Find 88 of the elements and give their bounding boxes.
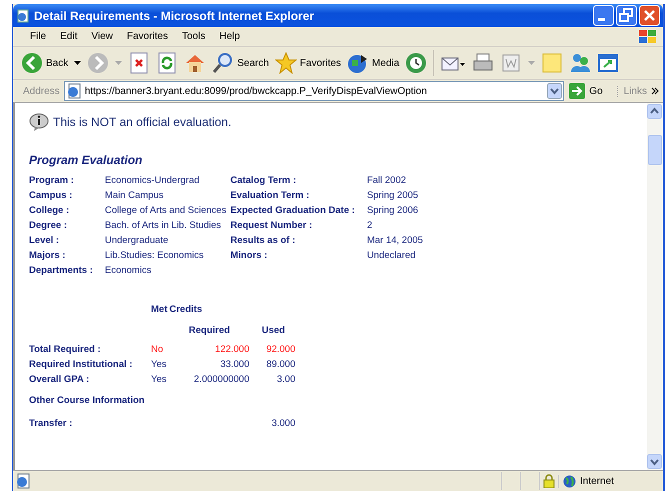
dropdown-caret-icon[interactable] — [74, 61, 82, 65]
menu-item[interactable]: View — [84, 31, 120, 42]
home-icon[interactable] — [184, 52, 206, 74]
table-cell-text: 33.000 — [219, 359, 250, 370]
row-label: Overall GPA : — [29, 374, 90, 385]
field-value: Economics-Undergrad — [104, 175, 200, 186]
menu-item[interactable]: Help — [212, 31, 247, 42]
chevron-icon[interactable] — [651, 87, 659, 95]
field-label: Evaluation Term : — [230, 190, 310, 201]
menu-item[interactable]: Tools — [174, 31, 212, 42]
field-value: Undergraduate — [104, 235, 170, 246]
field-value: Spring 2006 — [366, 205, 420, 216]
field-label: Campus : — [29, 190, 74, 201]
globe-icon — [563, 474, 576, 488]
table-cell: Yes — [151, 374, 168, 385]
menu-item[interactable]: Favorites — [120, 31, 175, 42]
notice-text: This is NOT an official evaluation. — [53, 115, 232, 129]
page-icon — [66, 83, 82, 99]
field-label: Catalog Term : — [230, 175, 298, 186]
scroll-up-icon[interactable] — [647, 104, 662, 119]
row-label: Transfer : — [29, 418, 74, 429]
flag-logo-icon — [637, 28, 659, 46]
zone-label: Internet — [580, 476, 614, 486]
scroll-thumb[interactable] — [648, 135, 662, 165]
field-value: Economics — [104, 265, 152, 276]
address-field[interactable]: https://banner3.bryant.edu:8099/prod/bwckcapp.P_VerifyDispEvalViewOption — [64, 81, 564, 101]
row-label: Required Institutional : — [29, 359, 134, 370]
page-icon — [15, 473, 31, 489]
search-icon — [212, 52, 234, 74]
table-cell-text: 92.000 — [265, 344, 296, 355]
field-value: College of Arts and Sciences — [104, 205, 226, 216]
table-cell-text: 3.00 — [276, 374, 296, 385]
address-label: Address — [23, 86, 60, 96]
table-cell-text: 122.000 — [214, 344, 250, 355]
field-value: Bach. of Arts in Lib. Studies — [104, 220, 222, 231]
field-value: Lib.Studies: Economics — [104, 250, 205, 261]
field-label: Expected Graduation Date : — [230, 205, 355, 216]
page-icon — [16, 8, 30, 22]
column-header: Required — [188, 325, 231, 336]
row-label: Total Required : — [29, 344, 102, 355]
toolbar-button[interactable]: Favorites — [274, 52, 342, 74]
field-value: Undeclared — [366, 250, 417, 261]
field-label: Program : — [29, 175, 75, 186]
people-icon[interactable] — [569, 52, 592, 74]
field-value: Fall 2002 — [366, 175, 408, 186]
window-icon[interactable] — [597, 52, 620, 74]
field-label: Minors : — [230, 250, 268, 261]
minimize-icon[interactable] — [593, 5, 614, 26]
restore-icon[interactable] — [616, 5, 637, 26]
field-value: Spring 2005 — [366, 190, 420, 201]
scrollbar[interactable] — [647, 103, 663, 470]
field-value: 2 — [366, 220, 374, 231]
toolbar-button[interactable]: Search — [212, 52, 269, 74]
field-label: Level : — [29, 235, 60, 246]
stop-icon[interactable] — [128, 52, 150, 74]
document-icon[interactable] — [500, 52, 522, 74]
info-bubble-icon — [29, 113, 49, 131]
table-cell-text: 2.000000000 — [192, 374, 250, 385]
toolbar-button[interactable]: Back — [21, 52, 68, 74]
field-label: Departments : — [29, 265, 93, 276]
window-title: Detail Requirements - Microsoft Internet Explorer — [34, 8, 316, 22]
section-heading: Other Course Information — [29, 395, 146, 406]
column-header: Met — [151, 304, 168, 315]
globe-icon — [347, 52, 370, 74]
scroll-down-icon[interactable] — [647, 454, 662, 469]
field-label: Request Number : — [230, 220, 314, 231]
field-label: Results as of : — [230, 235, 296, 246]
table-cell-text: No — [151, 344, 164, 355]
field-label: College : — [29, 205, 70, 216]
table-cell: Yes — [151, 359, 168, 370]
field-value: Main Campus — [104, 190, 164, 201]
refresh-icon[interactable] — [156, 52, 178, 74]
section-title: Program Evaluation — [29, 153, 144, 167]
menu-item[interactable]: File — [23, 31, 54, 42]
table-cell-text: 89.000 — [265, 359, 296, 370]
go-button[interactable]: Go — [568, 82, 613, 100]
field-value: Mar 14, 2005 — [366, 235, 423, 246]
menu-item[interactable]: Edit — [53, 31, 84, 42]
column-header: Credits — [169, 304, 202, 315]
column-header: Used — [260, 325, 286, 336]
close-icon[interactable] — [639, 5, 660, 26]
field-label: Majors : — [29, 250, 66, 261]
star-icon — [274, 52, 297, 74]
table-cell-text: 3.000 — [270, 418, 296, 429]
field-label: Degree : — [29, 220, 68, 231]
clock-icon[interactable] — [405, 52, 428, 74]
toolbar-button[interactable]: Media — [347, 52, 400, 74]
padlock-icon — [543, 474, 555, 488]
